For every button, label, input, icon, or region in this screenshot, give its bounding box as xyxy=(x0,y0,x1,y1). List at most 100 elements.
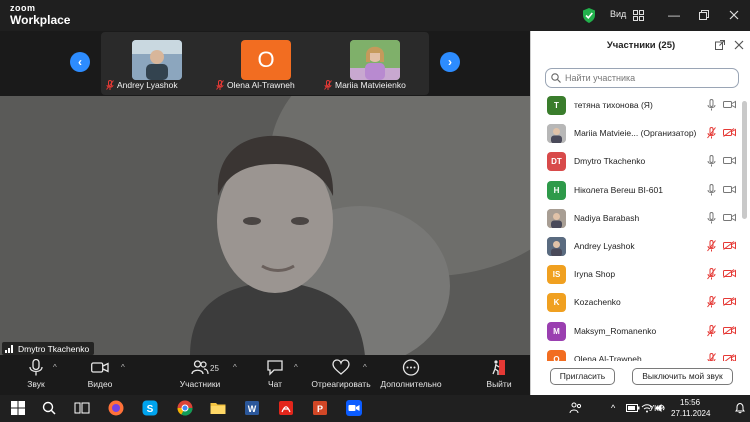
close-panel-icon[interactable] xyxy=(734,40,744,50)
microphone-icon[interactable] xyxy=(707,155,716,167)
more-button[interactable]: Дополнительно xyxy=(380,359,442,389)
clock-time[interactable]: 15:56 xyxy=(680,398,700,407)
participant-row[interactable]: Mariia Matvieie... (Организатор) xyxy=(531,121,741,149)
chrome-icon[interactable] xyxy=(176,399,194,417)
word-icon[interactable]: W xyxy=(243,399,261,417)
video-thumbnail-olena[interactable]: O xyxy=(241,40,291,80)
thumbnail-label-mariia: Mariia Matvieienko xyxy=(324,80,406,90)
participant-name: Iryna Shop xyxy=(574,269,616,280)
mute-me-button[interactable]: Выключить мой звук xyxy=(632,368,733,385)
video-off-icon[interactable] xyxy=(723,128,736,138)
thumbnail-name: Mariia Matvieienko xyxy=(335,80,406,90)
avatar-initials: IS xyxy=(552,270,561,280)
participant-name: Andrey Lyashok xyxy=(574,241,635,251)
participants-options-chevron-icon[interactable]: ^ xyxy=(233,363,237,372)
participant-name: Kozachenko xyxy=(574,297,621,308)
svg-text:P: P xyxy=(317,404,323,414)
pop-out-icon[interactable] xyxy=(715,40,725,50)
people-tray-icon[interactable] xyxy=(569,401,583,415)
mic-muted-icon[interactable] xyxy=(707,352,716,361)
close-window-icon[interactable] xyxy=(727,8,741,22)
speaker-name: Dmytro Tkachenko xyxy=(18,344,90,354)
skype-icon[interactable]: S xyxy=(141,399,159,417)
more-label: Дополнительно xyxy=(380,379,442,389)
restore-window-icon[interactable] xyxy=(697,8,711,22)
avatar-initials: T xyxy=(554,101,559,110)
mic-muted-icon[interactable] xyxy=(707,324,716,337)
video-options-chevron-icon[interactable]: ^ xyxy=(121,363,125,372)
acrobat-icon[interactable] xyxy=(277,399,295,417)
microphone-icon[interactable] xyxy=(707,211,716,224)
security-shield-icon[interactable] xyxy=(582,8,596,23)
task-view-icon[interactable] xyxy=(73,399,91,417)
audio-button[interactable]: Звук xyxy=(22,359,50,389)
search-taskbar-icon[interactable] xyxy=(40,399,58,417)
participant-row[interactable]: H Ніколета Вегеш ВІ-601 xyxy=(531,178,741,206)
participant-row[interactable]: Andrey Lyashok xyxy=(531,234,741,262)
video-off-icon[interactable] xyxy=(723,325,736,335)
participants-scrollbar[interactable] xyxy=(742,101,747,219)
heart-icon xyxy=(332,359,350,375)
participant-row[interactable]: K Kozachenko xyxy=(531,290,741,318)
participant-name: Olena Al-Trawneh xyxy=(574,353,642,361)
next-page-button[interactable]: › xyxy=(440,52,460,72)
leave-label: Выйти xyxy=(486,379,512,389)
video-camera-icon[interactable] xyxy=(723,185,736,194)
input-language[interactable]: УКР xyxy=(649,404,664,413)
notifications-icon[interactable] xyxy=(734,402,746,414)
speaker-name-tag: Dmytro Tkachenko xyxy=(2,342,95,355)
tray-chevron-icon[interactable]: ^ xyxy=(611,403,615,413)
clock-date[interactable]: 27.11.2024 xyxy=(671,409,710,418)
video-thumbnail-andrey[interactable] xyxy=(132,40,182,80)
mic-muted-icon[interactable] xyxy=(707,296,716,308)
avatar-initials: M xyxy=(553,326,560,336)
participant-photo-avatar xyxy=(547,237,566,256)
leave-door-icon xyxy=(492,360,505,375)
video-camera-icon[interactable] xyxy=(723,100,736,109)
video-camera-icon[interactable] xyxy=(723,156,736,165)
chat-button[interactable]: Чат xyxy=(264,359,286,389)
main-speaker-video xyxy=(0,96,530,356)
thumbnail-label-andrey: Andrey Lyashok xyxy=(106,80,178,90)
participant-row[interactable]: DT Dmytro Tkachenko xyxy=(531,149,741,177)
video-off-icon[interactable] xyxy=(723,353,736,361)
participant-row[interactable]: M Maksym_Romanenko xyxy=(531,319,741,347)
view-grid-icon[interactable] xyxy=(633,10,644,21)
video-thumbnail-mariia[interactable] xyxy=(350,40,400,80)
windows-start-icon[interactable] xyxy=(9,399,27,417)
participant-row[interactable]: Tтетяна тихонова (Я) xyxy=(531,93,741,121)
minimize-window-icon[interactable]: — xyxy=(667,8,681,22)
audio-options-chevron-icon[interactable]: ^ xyxy=(53,363,57,372)
powerpoint-icon[interactable]: P xyxy=(311,399,329,417)
mic-muted-icon[interactable] xyxy=(707,268,716,280)
mic-muted-icon[interactable] xyxy=(707,127,716,139)
mic-muted-icon xyxy=(216,80,224,90)
participants-panel: Участники (25) Найти участника Tтетяна т… xyxy=(530,31,750,395)
participant-row[interactable]: IS Iryna Shop xyxy=(531,262,741,290)
participant-row[interactable]: O Olena Al-Trawneh xyxy=(531,347,741,361)
zoom-taskbar-icon[interactable] xyxy=(345,399,363,417)
participant-name: тетяна тихонова (Я) xyxy=(574,100,653,110)
react-options-chevron-icon[interactable]: ^ xyxy=(363,363,367,372)
video-camera-icon[interactable] xyxy=(723,213,736,222)
video-off-icon[interactable] xyxy=(723,241,736,250)
leave-button[interactable]: Выйти xyxy=(484,359,514,389)
video-off-icon[interactable] xyxy=(723,297,736,307)
microphone-icon[interactable] xyxy=(707,183,716,196)
participants-list: Tтетяна тихонова (Я) Mariia Matvieie... (… xyxy=(531,93,741,361)
thumbnail-name: Andrey Lyashok xyxy=(117,80,178,90)
view-menu-button[interactable]: Вид xyxy=(610,9,626,19)
battery-icon[interactable] xyxy=(626,403,640,413)
invite-button[interactable]: Пригласить xyxy=(550,368,615,385)
video-off-icon[interactable] xyxy=(723,269,736,279)
chat-options-chevron-icon[interactable]: ^ xyxy=(294,363,298,372)
react-label: Отреагировать xyxy=(311,379,371,389)
participant-row[interactable]: Nadiya Barabash xyxy=(531,206,741,234)
mic-muted-icon[interactable] xyxy=(707,240,716,252)
video-button[interactable]: Видео xyxy=(84,359,116,389)
file-explorer-icon[interactable] xyxy=(209,399,227,417)
firefox-icon[interactable] xyxy=(107,399,125,417)
microphone-icon[interactable] xyxy=(707,99,716,111)
search-input[interactable]: Найти участника xyxy=(545,68,739,88)
previous-page-button[interactable]: ‹ xyxy=(70,52,90,72)
